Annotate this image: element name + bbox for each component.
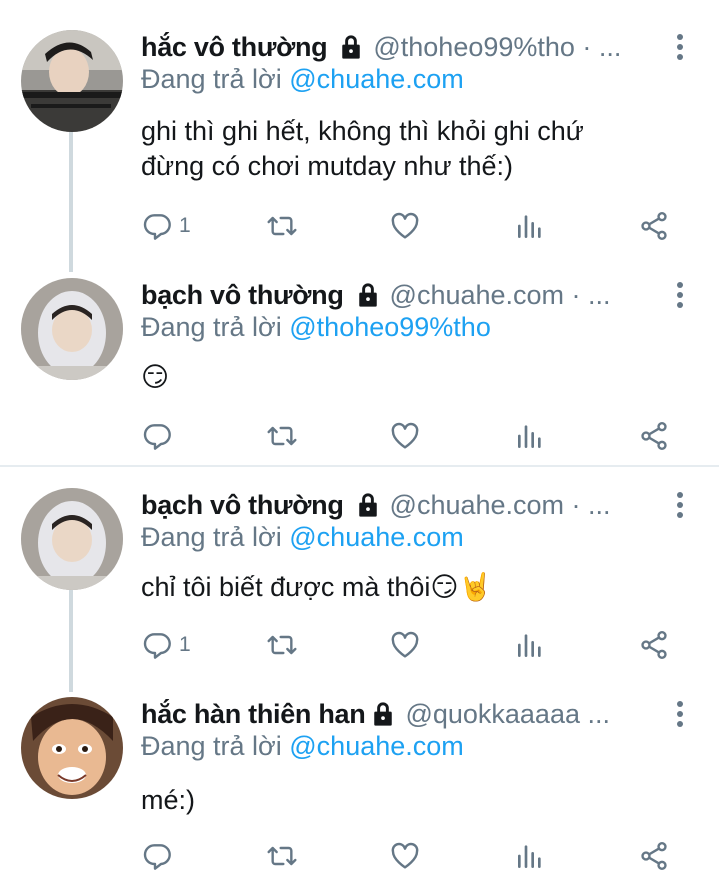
action-bar [0,836,719,876]
reply-count: 1 [179,214,191,237]
reply-count: 1 [179,633,191,656]
analytics-button[interactable] [514,206,546,246]
action-bar: 1 [0,206,719,246]
replying-label: Đang trả lời [141,731,290,761]
retweet-button[interactable] [266,416,298,456]
action-bar [0,416,719,456]
reply-icon [143,633,171,659]
reply-icon [143,844,171,870]
user-handle[interactable]: @chuahe.com · ... [390,280,611,311]
retweet-button[interactable] [266,836,298,876]
display-name[interactable]: hắc hàn thiên han [141,699,366,730]
conversation-divider [0,465,719,467]
tweet-header: bạch vô thường @chuahe.com · ... [141,278,659,312]
share-button[interactable] [638,206,670,246]
avatar[interactable] [21,30,123,132]
reply-icon [143,424,171,450]
lock-icon [342,35,361,59]
share-button[interactable] [638,416,670,456]
heart-icon [391,842,419,869]
tweet[interactable]: hắc vô thường @thoheo99%tho · ... Đang t… [0,30,719,245]
display-name[interactable]: hắc vô thường [141,32,328,63]
tweet-text: mé:) [141,783,195,818]
share-icon [641,842,667,870]
reply-button[interactable]: 1 [141,206,191,246]
tweet-header: hắc vô thường @thoheo99%tho · ... [141,30,659,64]
retweet-button[interactable] [266,206,298,246]
lock-icon [358,283,377,307]
share-icon [641,631,667,659]
retweet-button[interactable] [266,625,298,665]
tweet-header: hắc hàn thiên han @quokkaaaaa ... [141,697,659,731]
tweet-text: ghi thì ghi hết, không thì khỏi ghi chứ … [141,114,584,184]
heart-icon [391,212,419,239]
heart-icon [391,422,419,449]
tweet-header: bạch vô thường @chuahe.com · ... [141,488,659,522]
analytics-button[interactable] [514,836,546,876]
display-name[interactable]: bạch vô thường [141,280,344,311]
tweet-text-line: chỉ tôi biết được mà thôi😏🤘 [141,572,493,602]
like-button[interactable] [389,416,421,456]
replying-label: Đang trả lời [141,312,290,342]
tweet[interactable]: bạch vô thường @chuahe.com · ... Đang tr… [0,488,719,688]
analytics-icon [518,845,541,868]
analytics-icon [518,634,541,657]
like-button[interactable] [389,836,421,876]
user-handle[interactable]: @thoheo99%tho · ... [373,32,621,63]
more-options-icon[interactable] [675,699,685,729]
replying-to: Đang trả lời @chuahe.com [141,731,464,762]
tweet[interactable]: bạch vô thường @chuahe.com · ... Đang tr… [0,278,719,458]
replying-to: Đang trả lời @chuahe.com [141,522,464,553]
analytics-icon [518,425,541,448]
heart-icon [391,631,419,658]
replying-label: Đang trả lời [141,522,290,552]
reply-button[interactable] [141,836,179,876]
avatar[interactable] [21,697,123,799]
replying-label: Đang trả lời [141,64,290,94]
lock-icon [358,493,377,517]
retweet-icon [267,216,297,236]
share-icon [641,212,667,240]
tweet-text-line: ghi thì ghi hết, không thì khỏi ghi chứ [141,116,584,146]
tweet-text: 😏 [141,360,169,395]
user-handle[interactable]: @chuahe.com · ... [390,490,611,521]
action-bar: 1 [0,625,719,665]
share-button[interactable] [638,836,670,876]
like-button[interactable] [389,625,421,665]
reply-icon [143,214,171,240]
avatar[interactable] [21,278,123,380]
retweet-icon [267,846,297,866]
mention-link[interactable]: @chuahe.com [289,731,464,761]
reply-button[interactable]: 1 [141,625,191,665]
tweet-text: chỉ tôi biết được mà thôi😏🤘 [141,570,492,605]
lock-icon [374,702,393,726]
mention-link[interactable]: @thoheo99%tho [289,312,491,342]
tweet[interactable]: hắc hàn thiên han @quokkaaaaa ... Đang t… [0,697,719,886]
tweet-text-line: mé:) [141,785,195,815]
replying-to: Đang trả lời @thoheo99%tho [141,312,491,343]
like-button[interactable] [389,206,421,246]
analytics-icon [518,215,541,238]
tweet-text-line: đừng có chơi mutday như thế:) [141,151,514,181]
share-icon [641,422,667,450]
user-handle[interactable]: @quokkaaaaa ... [405,699,610,730]
display-name[interactable]: bạch vô thường [141,490,344,521]
more-options-icon[interactable] [675,280,685,310]
analytics-button[interactable] [514,416,546,456]
retweet-icon [267,426,297,446]
reply-button[interactable] [141,416,179,456]
retweet-icon [267,635,297,655]
mention-link[interactable]: @chuahe.com [289,64,464,94]
share-button[interactable] [638,625,670,665]
tweet-text-line: 😏 [141,362,170,392]
replying-to: Đang trả lời @chuahe.com [141,64,464,95]
analytics-button[interactable] [514,625,546,665]
more-options-icon[interactable] [675,32,685,62]
avatar[interactable] [21,488,123,590]
mention-link[interactable]: @chuahe.com [289,522,464,552]
more-options-icon[interactable] [675,490,685,520]
